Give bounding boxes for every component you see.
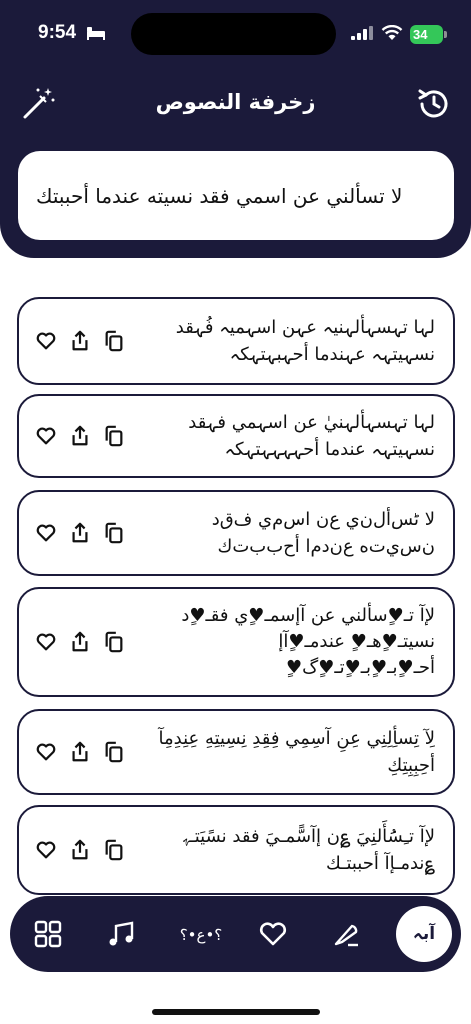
page-title: زخرفة النصوص <box>155 90 316 114</box>
dynamic-island <box>131 13 336 55</box>
share-icon[interactable] <box>69 424 91 448</box>
wifi-icon <box>381 25 403 40</box>
result-text: لِآ تِسأِلِنِي عِنِ آسِمِي فِقِدِ نِسِيت… <box>158 728 436 776</box>
copy-icon[interactable] <box>103 838 125 862</box>
feather-icon[interactable] <box>330 918 362 950</box>
heart-icon[interactable] <box>35 329 57 353</box>
copy-icon[interactable] <box>103 630 125 654</box>
home-indicator <box>152 1009 320 1015</box>
grid-icon[interactable] <box>32 918 64 950</box>
card-actions <box>35 740 125 764</box>
result-card[interactable]: لا ٹس‌أل‌ن‌ي ع‌ن اس‌م‌ي ف‌ق‌د ن‌س‌ي‌ت‌ه … <box>17 490 455 576</box>
battery-indicator: 34 <box>410 25 443 44</box>
result-text: لا ٹس‌أل‌ن‌ي ع‌ن اس‌م‌ي ف‌ق‌د ن‌س‌ي‌ت‌ه … <box>211 509 435 557</box>
heart-icon[interactable] <box>257 918 289 950</box>
copy-icon[interactable] <box>103 740 125 764</box>
card-actions <box>35 838 125 862</box>
history-icon[interactable] <box>416 86 452 122</box>
share-icon[interactable] <box>69 630 91 654</box>
music-notes-icon[interactable] <box>106 918 138 950</box>
card-actions <box>35 424 125 448</box>
heart-icon[interactable] <box>35 740 57 764</box>
status-time: 9:54 <box>38 22 77 43</box>
copy-icon[interactable] <box>103 329 125 353</box>
decor-symbols-icon[interactable]: ؟•ﻉ•؟ <box>178 918 224 950</box>
result-text: لہا تہسہألہنيٰ عن اسہمي فہقد نسہيتہہ عند… <box>188 412 435 460</box>
heart-icon[interactable] <box>35 838 57 862</box>
card-actions <box>35 630 125 654</box>
heart-icon[interactable] <box>35 521 57 545</box>
result-text: لإآ تـ♥ٍسألني عن آإسمـ♥ٍي فقـ♥ٍد نسيتـ♥ٍ… <box>181 605 435 678</box>
result-card[interactable]: لإآ تـِسَُأَلنِيَ ؏ن إآسًّمـيَ فقد نسًيَ… <box>17 805 455 895</box>
share-icon[interactable] <box>69 329 91 353</box>
signal-icon <box>351 26 373 40</box>
bottom-nav: ؟•ﻉ•؟ آبہ <box>10 896 461 972</box>
battery-cap <box>444 31 447 38</box>
result-text: لہا تہسہألہنیہ عہن اسہمیہ فُہقد نسہیتہہ … <box>175 317 435 365</box>
copy-icon[interactable] <box>103 424 125 448</box>
card-actions <box>35 521 125 545</box>
share-icon[interactable] <box>69 521 91 545</box>
sleep-focus-icon <box>87 27 105 40</box>
result-text: لإآ تـِسَُأَلنِيَ ؏ن إآسًّمـيَ فقد نسًيَ… <box>183 826 435 874</box>
result-card[interactable]: لہا تہسہألہنیہ عہن اسہمیہ فُہقد نسہیتہہ … <box>17 297 455 385</box>
text-input[interactable]: لا تسألني عن اسمي فقد نسيته عندما أحببتك <box>18 151 454 240</box>
copy-icon[interactable] <box>103 521 125 545</box>
nav-item-active[interactable]: آبہ <box>396 906 452 962</box>
share-icon[interactable] <box>69 838 91 862</box>
heart-icon[interactable] <box>35 630 57 654</box>
result-card[interactable]: لہا تہسہألہنيٰ عن اسہمي فہقد نسہيتہہ عند… <box>17 394 455 478</box>
share-icon[interactable] <box>69 740 91 764</box>
svg-text:؟•ﻉ•؟: ؟•ﻉ•؟ <box>180 926 223 944</box>
result-card[interactable]: لإآ تـ♥ٍسألني عن آإسمـ♥ٍي فقـ♥ٍد نسيتـ♥ٍ… <box>17 587 455 697</box>
heart-icon[interactable] <box>35 424 57 448</box>
card-actions <box>35 329 125 353</box>
result-card[interactable]: لِآ تِسأِلِنِي عِنِ آسِمِي فِقِدِ نِسِيت… <box>17 709 455 795</box>
header: 9:54 34 زخرفة النصوص لا تسألني عن اسمي ف… <box>0 0 471 258</box>
